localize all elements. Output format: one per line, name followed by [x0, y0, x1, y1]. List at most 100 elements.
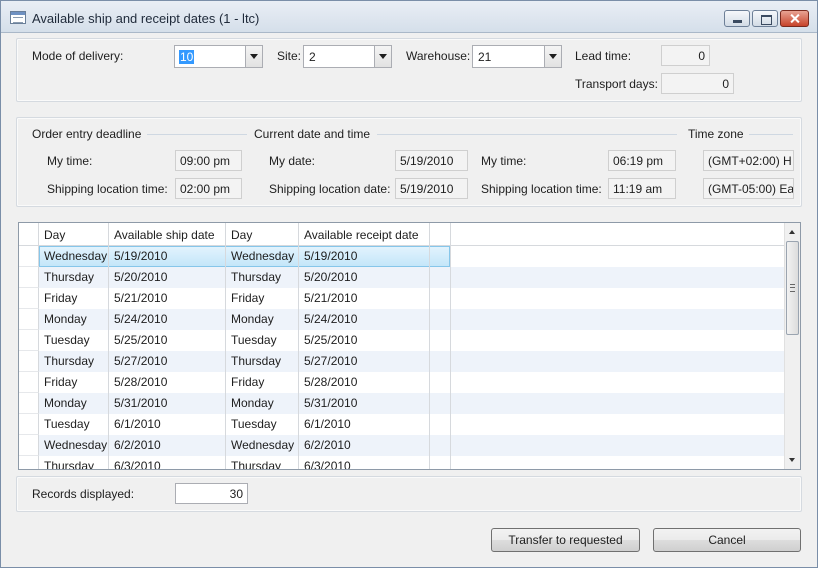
cell-ship-day[interactable]: Thursday: [39, 267, 109, 288]
close-button[interactable]: [780, 10, 809, 27]
cell-receipt-date[interactable]: 6/2/2010: [299, 435, 430, 456]
table-row[interactable]: Thursday 6/3/2010 Thursday 6/3/2010: [19, 456, 785, 469]
cell-ship-date[interactable]: 5/21/2010: [109, 288, 226, 309]
chevron-down-icon[interactable]: [374, 46, 391, 67]
my-time-zone-field: (GMT+02:00) H: [703, 150, 794, 171]
cell-ship-date[interactable]: 6/2/2010: [109, 435, 226, 456]
row-selector[interactable]: [19, 372, 39, 393]
mode-of-delivery-combo[interactable]: 10: [174, 45, 263, 68]
cell-ship-day[interactable]: Thursday: [39, 456, 109, 469]
row-selector[interactable]: [19, 414, 39, 435]
cell-receipt-date[interactable]: 5/25/2010: [299, 330, 430, 351]
scroll-down-arrow-icon[interactable]: [785, 452, 800, 469]
cell-receipt-date[interactable]: 5/27/2010: [299, 351, 430, 372]
table-row[interactable]: Friday 5/21/2010 Friday 5/21/2010: [19, 288, 785, 309]
minimize-button[interactable]: [724, 10, 750, 27]
cell-receipt-day[interactable]: Tuesday: [226, 414, 299, 435]
cell-receipt-day[interactable]: Tuesday: [226, 330, 299, 351]
cell-receipt-day[interactable]: Monday: [226, 309, 299, 330]
cell-ship-date[interactable]: 6/1/2010: [109, 414, 226, 435]
cell-receipt-day[interactable]: Monday: [226, 393, 299, 414]
warehouse-combo[interactable]: 21: [472, 45, 562, 68]
dialog-window: Available ship and receipt dates (1 - lt…: [0, 0, 818, 568]
records-displayed-field[interactable]: 30: [175, 483, 248, 504]
cell-ship-day[interactable]: Thursday: [39, 351, 109, 372]
maximize-button[interactable]: [752, 10, 778, 27]
cell-receipt-date[interactable]: 5/19/2010: [299, 246, 430, 267]
table-row[interactable]: Wednesday 5/19/2010 Wednesday 5/19/2010: [19, 246, 785, 267]
cell-receipt-date[interactable]: 5/21/2010: [299, 288, 430, 309]
row-selector[interactable]: [19, 393, 39, 414]
row-selector[interactable]: [19, 288, 39, 309]
cell-ship-date[interactable]: 6/3/2010: [109, 456, 226, 469]
cell-receipt-day[interactable]: Wednesday: [226, 246, 299, 267]
cell-spacer: [430, 246, 451, 267]
site-label: Site:: [277, 49, 302, 63]
table-row[interactable]: Thursday 5/27/2010 Thursday 5/27/2010: [19, 351, 785, 372]
table-row[interactable]: Tuesday 6/1/2010 Tuesday 6/1/2010: [19, 414, 785, 435]
table-row[interactable]: Thursday 5/20/2010 Thursday 5/20/2010: [19, 267, 785, 288]
row-selector[interactable]: [19, 456, 39, 469]
cell-receipt-day[interactable]: Thursday: [226, 267, 299, 288]
cell-ship-date[interactable]: 5/24/2010: [109, 309, 226, 330]
deadline-ship-time-label: Shipping location time:: [47, 182, 168, 196]
cell-receipt-date[interactable]: 5/31/2010: [299, 393, 430, 414]
cell-ship-day[interactable]: Monday: [39, 309, 109, 330]
row-selector[interactable]: [19, 330, 39, 351]
cell-receipt-date[interactable]: 5/28/2010: [299, 372, 430, 393]
cell-ship-day[interactable]: Wednesday: [39, 435, 109, 456]
column-header-ship-date[interactable]: Available ship date: [109, 223, 226, 245]
grid-corner: [19, 223, 39, 245]
chevron-down-icon[interactable]: [245, 46, 262, 67]
cell-spacer: [430, 456, 451, 469]
cell-ship-date[interactable]: 5/27/2010: [109, 351, 226, 372]
current-my-time-label: My time:: [481, 154, 527, 168]
cell-spacer: [430, 288, 451, 309]
column-header-receipt-date[interactable]: Available receipt date: [299, 223, 430, 245]
cell-receipt-day[interactable]: Thursday: [226, 456, 299, 469]
table-row[interactable]: Wednesday 6/2/2010 Wednesday 6/2/2010: [19, 435, 785, 456]
table-row[interactable]: Monday 5/24/2010 Monday 5/24/2010: [19, 309, 785, 330]
scroll-up-arrow-icon[interactable]: [785, 223, 800, 240]
row-selector[interactable]: [19, 309, 39, 330]
app-window-icon: [10, 11, 26, 24]
transfer-to-requested-button[interactable]: Transfer to requested: [491, 528, 640, 552]
row-selector[interactable]: [19, 246, 39, 267]
scroll-thumb[interactable]: [786, 241, 799, 335]
column-header-receipt-day[interactable]: Day: [226, 223, 299, 245]
table-row[interactable]: Monday 5/31/2010 Monday 5/31/2010: [19, 393, 785, 414]
cancel-button[interactable]: Cancel: [653, 528, 801, 552]
deadline-ship-time-field: 02:00 pm: [175, 178, 242, 199]
table-row[interactable]: Friday 5/28/2010 Friday 5/28/2010: [19, 372, 785, 393]
cell-receipt-date[interactable]: 6/3/2010: [299, 456, 430, 469]
dates-grid[interactable]: Day Available ship date Day Available re…: [18, 222, 801, 470]
row-selector[interactable]: [19, 435, 39, 456]
cell-ship-day[interactable]: Tuesday: [39, 330, 109, 351]
cell-receipt-day[interactable]: Thursday: [226, 351, 299, 372]
column-header-ship-day[interactable]: Day: [39, 223, 109, 245]
vertical-scrollbar[interactable]: [784, 223, 800, 469]
cell-receipt-day[interactable]: Friday: [226, 288, 299, 309]
cell-ship-day[interactable]: Friday: [39, 372, 109, 393]
site-combo[interactable]: 2: [303, 45, 392, 68]
table-row[interactable]: Tuesday 5/25/2010 Tuesday 5/25/2010: [19, 330, 785, 351]
cell-ship-date[interactable]: 5/28/2010: [109, 372, 226, 393]
cell-ship-day[interactable]: Wednesday: [39, 246, 109, 267]
cell-receipt-date[interactable]: 5/24/2010: [299, 309, 430, 330]
cell-ship-day[interactable]: Monday: [39, 393, 109, 414]
row-selector[interactable]: [19, 351, 39, 372]
cell-receipt-date[interactable]: 6/1/2010: [299, 414, 430, 435]
title-bar[interactable]: Available ship and receipt dates (1 - lt…: [1, 1, 817, 33]
cell-ship-date[interactable]: 5/31/2010: [109, 393, 226, 414]
chevron-down-icon[interactable]: [544, 46, 561, 67]
cell-receipt-date[interactable]: 5/20/2010: [299, 267, 430, 288]
cell-ship-day[interactable]: Tuesday: [39, 414, 109, 435]
cell-ship-date[interactable]: 5/25/2010: [109, 330, 226, 351]
row-selector[interactable]: [19, 267, 39, 288]
cell-ship-day[interactable]: Friday: [39, 288, 109, 309]
cell-receipt-day[interactable]: Friday: [226, 372, 299, 393]
cell-ship-date[interactable]: 5/19/2010: [109, 246, 226, 267]
cell-receipt-day[interactable]: Wednesday: [226, 435, 299, 456]
current-my-time-field: 06:19 pm: [608, 150, 676, 171]
cell-ship-date[interactable]: 5/20/2010: [109, 267, 226, 288]
